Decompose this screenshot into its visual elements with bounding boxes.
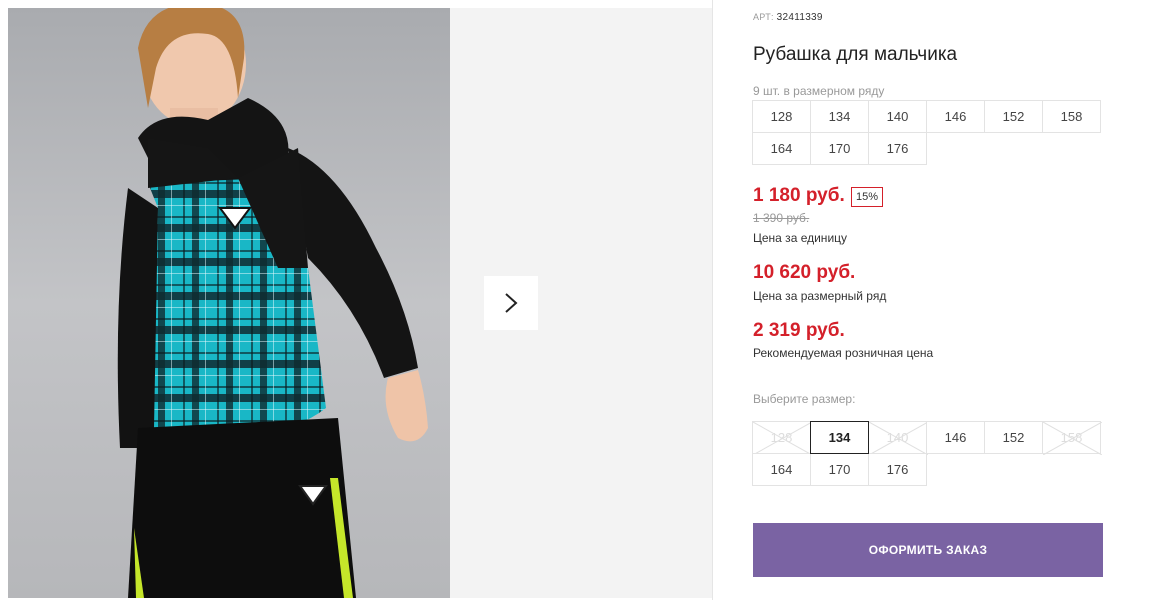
size-option-152[interactable]: 152 [984,421,1043,454]
size-row-cell: 134 [810,100,869,133]
article-number: АРТ: 32411339 [753,12,823,23]
size-row-cell: 158 [1042,100,1101,133]
retail-price-label: Рекомендуемая розничная цена [753,346,934,360]
unit-price-label: Цена за единицу [753,231,848,245]
size-option-158: 158 [1042,421,1102,455]
product-photo [8,8,450,598]
unavailable-cross-icon [1043,422,1102,455]
size-option-164[interactable]: 164 [752,453,811,486]
column-divider [712,0,713,600]
unit-price: 1 180 руб. [753,185,845,206]
size-picker: 128 134 140 146 152 158 164 170 176 [752,421,1112,486]
chevron-right-icon [505,293,518,313]
size-option-label: 152 [1002,430,1025,445]
size-row-cell: 152 [984,100,1043,133]
size-row-cell: 146 [926,100,985,133]
size-option-146[interactable]: 146 [926,421,985,454]
boy-in-plaid-shirt-image [117,8,428,598]
size-row-cell: 176 [868,132,927,165]
size-option-128: 128 [752,421,812,455]
size-row-cell: 164 [752,132,811,165]
size-option-label: 170 [828,462,851,477]
next-image-button[interactable] [484,276,538,330]
size-option-140: 140 [868,421,928,455]
size-option-176[interactable]: 176 [868,453,927,486]
size-row-table: 128 134 140 146 152 158 164 170 176 [752,100,1112,165]
size-option-label: 146 [944,430,967,445]
retail-price: 2 319 руб. [753,320,845,341]
order-button[interactable]: ОФОРМИТЬ ЗАКАЗ [753,523,1103,577]
size-option-label: 134 [828,430,851,445]
size-picker-label: Выберите размер: [753,392,856,406]
size-option-170[interactable]: 170 [810,453,869,486]
size-row-cell: 140 [868,100,927,133]
row-price: 10 620 руб. [753,262,856,283]
product-title: Рубашка для мальчика [753,44,958,65]
discount-badge: 15% [851,187,883,207]
pack-note: 9 шт. в размерном ряду [753,84,885,98]
size-option-label: 164 [770,462,793,477]
size-option-label: 176 [886,462,909,477]
old-price: 1 390 руб. [753,211,810,225]
article-value: 32411339 [776,12,823,23]
article-label: АРТ: [753,12,774,22]
size-row-cell: 128 [752,100,811,133]
size-row-cell: 170 [810,132,869,165]
unavailable-cross-icon [753,422,812,455]
unavailable-cross-icon [869,422,928,455]
row-price-label: Цена за размерный ряд [753,289,887,303]
size-option-134[interactable]: 134 [810,421,869,454]
